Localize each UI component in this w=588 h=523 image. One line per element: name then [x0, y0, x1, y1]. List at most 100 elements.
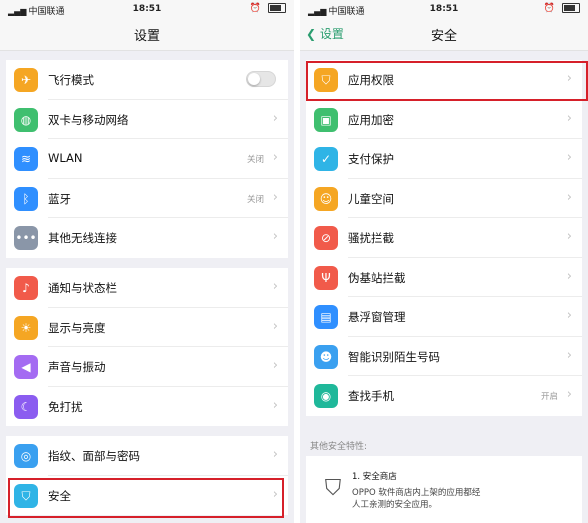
row-value: 关闭 — [246, 194, 264, 205]
settings-row[interactable]: ≋ WLAN 关闭 › — [6, 139, 288, 179]
row-label: 悬浮窗管理 — [348, 310, 406, 324]
block-icon: ⊘ — [314, 226, 338, 250]
chevron-right-icon: › — [566, 347, 572, 363]
row-label: 查找手机 — [348, 389, 394, 403]
row-label: 免打扰 — [48, 399, 83, 414]
chevron-right-icon: › — [566, 189, 572, 205]
status-icons: ⏰ — [544, 3, 580, 14]
moon-icon: ☾ — [14, 394, 38, 419]
shield-check-icon: ✓ — [314, 147, 338, 171]
row-label: 显示与亮度 — [48, 320, 106, 335]
status-bar: ▂▄▆ 中国联通 18:51 ⏰ — [0, 0, 294, 18]
status-icons: ⏰ — [250, 3, 286, 14]
alarm-icon: ⏰ — [249, 3, 264, 14]
bell-icon: ♪ — [14, 276, 38, 300]
fingerprint-icon: ◎ — [14, 444, 38, 468]
settings-row[interactable]: ••• 其他无线连接 › — [6, 218, 288, 258]
row-label: 飞行模式 — [48, 73, 94, 87]
settings-group: ♪ 通知与状态栏 › ☀ 显示与亮度 › ◀ 声音与振动 › ☾ 免打扰 › — [6, 268, 288, 426]
chevron-right-icon: › — [272, 229, 278, 244]
store-desc-line1: OPPO 软件商店内上架的应用都经 — [352, 488, 481, 498]
chevron-right-icon: › — [272, 318, 278, 334]
security-row-highlight — [8, 478, 284, 518]
speaker-icon: ◀ — [14, 355, 38, 379]
row-label: 其他无线连接 — [48, 231, 117, 245]
store-desc-line2: 人工亲测的安全应用。 — [352, 500, 438, 510]
chevron-right-icon: › — [272, 279, 278, 294]
security-screen: ▂▄▆ 中国联通 18:51 ⏰ ❮ 设置 安全 ⛉ 应用权限 › ▣ 应用加密 › ✓ 支付保… — [300, 0, 588, 523]
row-label: 指纹、面部与密码 — [48, 449, 140, 463]
battery-icon — [268, 3, 286, 13]
settings-row[interactable]: ☀ 显示与亮度 › — [6, 308, 288, 347]
settings-row[interactable]: ▣ 应用加密 › — [306, 100, 582, 139]
airplane-mode-toggle[interactable] — [246, 71, 276, 87]
settings-row[interactable]: ◍ 双卡与移动网络 › — [6, 100, 288, 139]
chevron-right-icon: › — [272, 189, 278, 205]
other-security-caption: 其他安全特性: — [310, 442, 368, 452]
settings-row[interactable]: ᛒ 蓝牙 关闭 › — [6, 179, 288, 218]
row-value: 开启 — [540, 392, 558, 402]
chevron-right-icon: › — [272, 397, 278, 413]
chevron-right-icon: › — [566, 150, 572, 165]
bluetooth-icon: ᛒ — [14, 186, 38, 211]
contact-icon: ☻ — [314, 344, 338, 369]
globe-icon: ◍ — [14, 107, 38, 132]
chevron-right-icon: › — [566, 268, 572, 284]
status-bar: ▂▄▆ 中国联通 18:51 ⏰ — [300, 0, 588, 18]
row-label: 儿童空间 — [348, 191, 394, 206]
settings-row[interactable]: ◀ 声音与振动 › — [6, 347, 288, 387]
row-label: 骚扰拦截 — [348, 231, 394, 245]
security-store-card: ⛉ 1. 安全商店 OPPO 软件商店内上架的应用都经 人工亲测的安全应用。 — [306, 456, 582, 523]
settings-screen: ▂▄▆ 中国联通 18:51 ⏰ 设置 ✈ 飞行模式 ◍ 双卡与移动网络 › ≋ WLAN 关闭… — [0, 0, 294, 523]
security-group: ⛉ 应用权限 › ▣ 应用加密 › ✓ 支付保护 › ☺ 儿童空间 › ⊘ 骚扰拦截 › Ψ 伪基站拦截 › ▤ 悬浮… — [306, 60, 582, 416]
chevron-right-icon: › — [566, 387, 572, 402]
alarm-icon: ⏰ — [543, 3, 558, 14]
child-icon: ☺ — [314, 186, 338, 211]
page-title: 设置 — [133, 29, 160, 44]
row-label: 支付保护 — [348, 152, 394, 166]
chevron-right-icon: › — [566, 110, 572, 126]
settings-row[interactable]: ☾ 免打扰 › — [6, 387, 288, 427]
nav-bar: 设置 — [0, 18, 294, 51]
lock-icon: ▣ — [314, 107, 338, 132]
wifi-icon: ≋ — [14, 147, 38, 171]
settings-row[interactable]: ◉ 查找手机 开启 › — [306, 376, 582, 416]
chevron-right-icon: › — [272, 447, 278, 462]
settings-row[interactable]: ☺ 儿童空间 › — [306, 179, 582, 218]
chevron-right-icon: › — [272, 110, 278, 126]
row-label: 智能识别陌生号码 — [348, 349, 440, 364]
settings-row[interactable]: ✓ 支付保护 › — [306, 139, 582, 179]
row-label: 声音与振动 — [48, 360, 106, 374]
sun-icon: ☀ — [14, 315, 38, 340]
chevron-right-icon: › — [272, 150, 278, 165]
app-permissions-highlight — [306, 61, 588, 101]
locate-icon: ◉ — [314, 384, 338, 408]
chevron-right-icon: › — [566, 229, 572, 244]
row-label: 通知与状态栏 — [48, 281, 117, 295]
settings-group: ✈ 飞行模式 ◍ 双卡与移动网络 › ≋ WLAN 关闭 › ᛒ 蓝牙 关闭 › ••• 其他无线连接 › — [6, 60, 288, 258]
more-icon: ••• — [14, 226, 38, 250]
chevron-right-icon: › — [566, 308, 572, 323]
airplane-icon: ✈ — [14, 68, 38, 92]
row-label: 蓝牙 — [48, 191, 71, 206]
tower-icon: Ψ — [314, 265, 338, 290]
row-value: 关闭 — [246, 155, 264, 165]
settings-row[interactable]: ♪ 通知与状态栏 › — [6, 268, 288, 308]
window-icon: ▤ — [314, 305, 338, 329]
settings-row[interactable]: Ψ 伪基站拦截 › — [306, 258, 582, 297]
shield-outline-icon: ⛉ — [324, 476, 342, 501]
row-label: WLAN — [48, 151, 83, 165]
settings-row[interactable]: ▤ 悬浮窗管理 › — [306, 297, 582, 337]
row-label: 双卡与移动网络 — [48, 112, 129, 127]
chevron-right-icon: › — [272, 358, 278, 373]
row-label: 应用加密 — [348, 112, 394, 127]
battery-icon — [562, 3, 580, 13]
store-title: 1. 安全商店 — [352, 472, 397, 482]
settings-row[interactable]: ◎ 指纹、面部与密码 › — [6, 436, 288, 476]
page-title: 安全 — [430, 29, 457, 44]
settings-row[interactable]: ⊘ 骚扰拦截 › — [306, 218, 582, 258]
settings-row[interactable]: ☻ 智能识别陌生号码 › — [306, 337, 582, 376]
row-label: 伪基站拦截 — [348, 270, 406, 285]
nav-bar: ❮ 设置 安全 — [300, 18, 588, 51]
settings-row[interactable]: ✈ 飞行模式 — [6, 60, 288, 100]
